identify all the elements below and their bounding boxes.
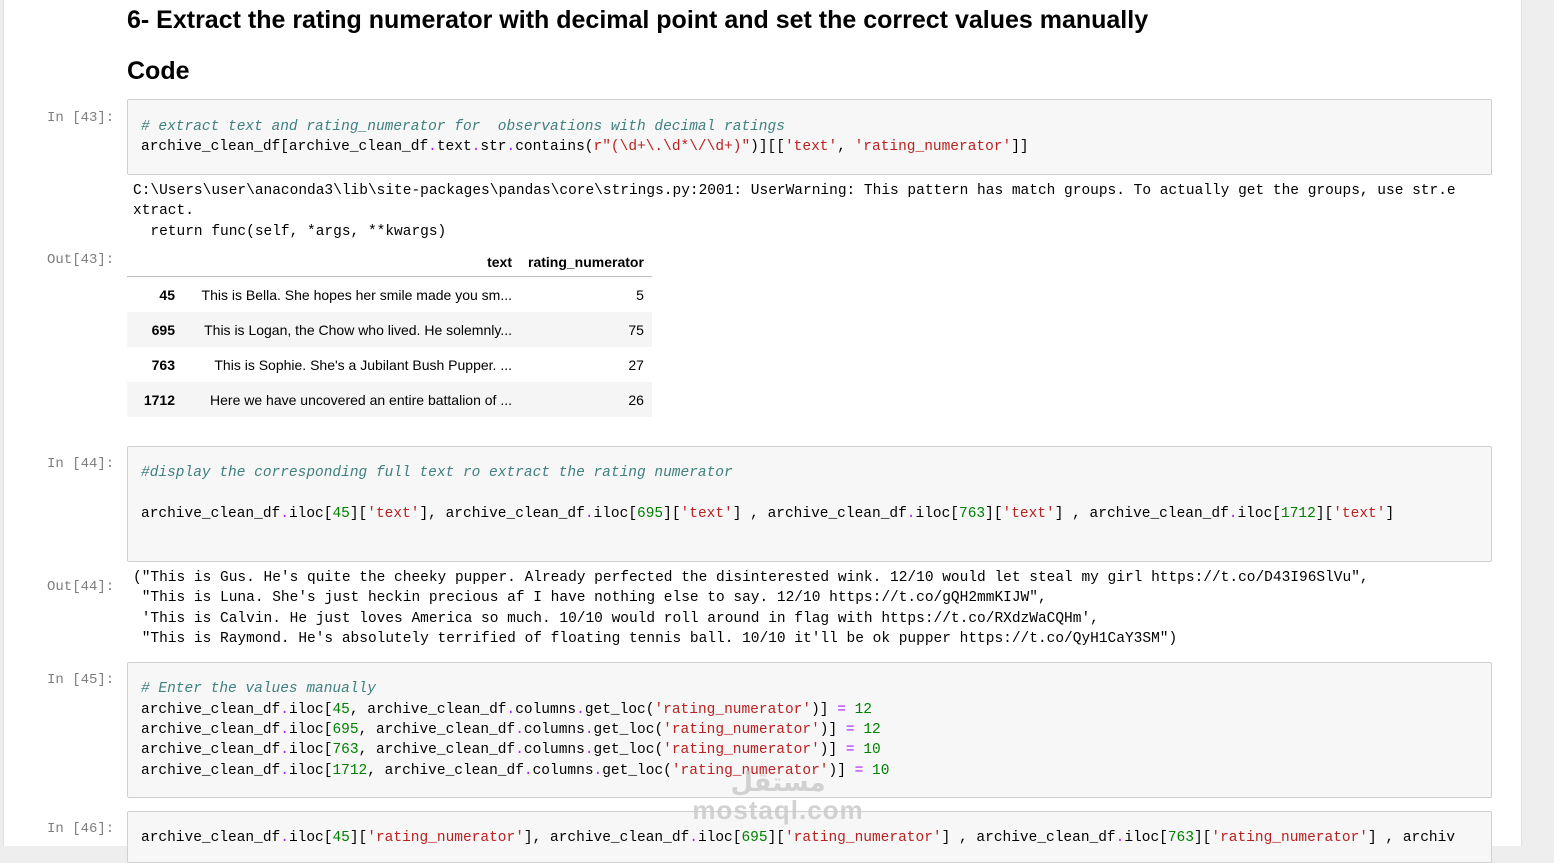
rating-cell: 27 (628, 356, 644, 373)
stderr-line: C:\Users\user\anaconda3\lib\site-package… (133, 183, 1456, 199)
table-row: 695 This is Logan, the Chow who lived. H… (127, 312, 652, 347)
code-line: archive_clean_df.iloc[45, archive_clean_… (141, 702, 873, 718)
table-row: 45 This is Bella. She hopes her smile ma… (127, 276, 652, 312)
input-prompt-46: In [46]: (47, 821, 115, 837)
text-cell: This is Logan, the Chow who lived. He so… (204, 321, 512, 338)
code-line: archive_clean_df.iloc[763, archive_clean… (141, 742, 881, 758)
code-cell-44[interactable]: #display the corresponding full text ro … (127, 446, 1492, 562)
row-index: 45 (159, 286, 175, 303)
input-prompt-45: In [45]: (47, 672, 115, 688)
input-prompt-43: In [43]: (47, 110, 115, 126)
text-cell: This is Sophie. She's a Jubilant Bush Pu… (214, 356, 512, 373)
code-comment: # extract text and rating_numerator for … (141, 119, 785, 135)
rating-cell: 26 (628, 391, 644, 408)
code-line: archive_clean_df.iloc[45]['text'], archi… (141, 506, 1395, 522)
output-line: "This is Luna. She's just heckin preciou… (133, 590, 1047, 606)
output-prompt-43: Out[43]: (47, 252, 115, 268)
code-comment: #display the corresponding full text ro … (141, 465, 733, 481)
text-cell: This is Bella. She hopes her smile made … (201, 286, 512, 303)
output-line: ("This is Gus. He's quite the cheeky pup… (133, 570, 1369, 586)
text-cell: Here we have uncovered an entire battali… (210, 391, 512, 408)
column-header-rating: rating_numerator (520, 247, 652, 277)
stderr-line: return func(self, *args, **kwargs) (133, 224, 447, 240)
row-index: 1712 (143, 391, 175, 408)
output-prompt-44: Out[44]: (47, 579, 115, 595)
watermark-latin: mostaql.com (692, 795, 864, 825)
dataframe-output: text rating_numerator 45 This is Bella. … (127, 247, 652, 417)
output-line: 'This is Calvin. He just loves America s… (133, 611, 1099, 627)
input-prompt-44: In [44]: (47, 456, 115, 472)
table-row: 1712 Here we have uncovered an entire ba… (127, 382, 652, 417)
code-line: archive_clean_df[archive_clean_df.text.s… (141, 139, 1029, 155)
rating-cell: 75 (628, 321, 644, 338)
stderr-line: xtract. (133, 203, 194, 219)
table-row: 763 This is Sophie. She's a Jubilant Bus… (127, 347, 652, 382)
row-index: 695 (151, 321, 175, 338)
code-cell-43[interactable]: # extract text and rating_numerator for … (127, 99, 1492, 175)
watermark-logo: مستقل mostaql.com (683, 770, 873, 826)
column-header-text: text (183, 247, 520, 277)
code-line: archive_clean_df.iloc[695, archive_clean… (141, 722, 881, 738)
code-comment: # Enter the values manually (141, 681, 376, 697)
section-heading: 6- Extract the rating numerator with dec… (127, 6, 1149, 34)
code-line: archive_clean_df.iloc[45]['rating_numera… (141, 830, 1456, 846)
rating-cell: 5 (636, 286, 644, 303)
index-header (127, 247, 183, 277)
watermark-arabic: مستقل (730, 768, 826, 798)
table-header-row: text rating_numerator (127, 247, 652, 277)
row-index: 763 (151, 356, 175, 373)
code-subheading: Code (127, 57, 190, 85)
output-line: "This is Raymond. He's absolutely terrif… (133, 631, 1178, 647)
